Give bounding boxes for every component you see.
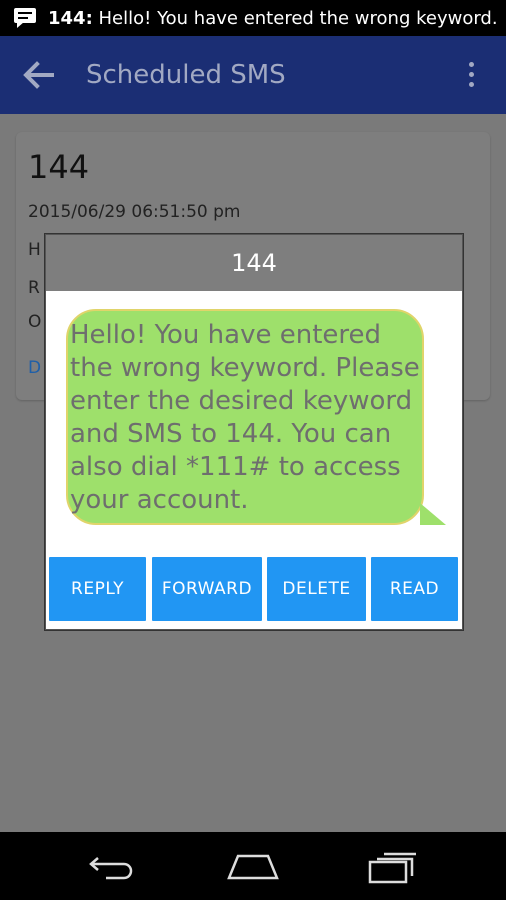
back-arrow-icon[interactable]: [22, 60, 54, 90]
read-button[interactable]: READ: [371, 557, 458, 621]
card-line-3: O: [28, 312, 42, 332]
card-link[interactable]: D: [28, 358, 41, 378]
ticker-sender: 144:: [48, 7, 93, 29]
page-title: Scheduled SMS: [86, 60, 286, 90]
message-text: Hello! You have entered the wrong keywor…: [70, 320, 420, 515]
app-bar: Scheduled SMS: [0, 36, 506, 114]
nav-home-icon[interactable]: [226, 852, 280, 880]
forward-button[interactable]: FORWARD: [152, 557, 262, 621]
nav-back-icon[interactable]: [88, 854, 136, 880]
bubble-tail: [420, 503, 446, 525]
card-number: 144: [28, 148, 90, 186]
notification-ticker: 144: Hello! You have entered the wrong k…: [48, 8, 498, 29]
sms-notification-icon: [14, 8, 36, 28]
dialog-title: 144: [46, 235, 462, 291]
card-line-2: R: [28, 278, 40, 298]
card-line-1: H: [28, 240, 41, 260]
message-bubble: Hello! You have entered the wrong keywor…: [66, 309, 446, 527]
ticker-text: Hello! You have entered the wrong keywor…: [92, 7, 498, 29]
overflow-menu-icon[interactable]: [466, 62, 476, 90]
reply-button[interactable]: REPLY: [49, 557, 146, 621]
message-dialog: 144 Hello! You have entered the wrong ke…: [45, 234, 463, 630]
navigation-bar: [0, 832, 506, 900]
nav-recent-apps-icon[interactable]: [368, 852, 418, 884]
status-bar: 144: Hello! You have entered the wrong k…: [0, 0, 506, 36]
dialog-button-row: REPLY FORWARD DELETE READ: [49, 557, 459, 621]
card-date: 2015/06/29 06:51:50 pm: [28, 202, 241, 222]
delete-button[interactable]: DELETE: [267, 557, 366, 621]
